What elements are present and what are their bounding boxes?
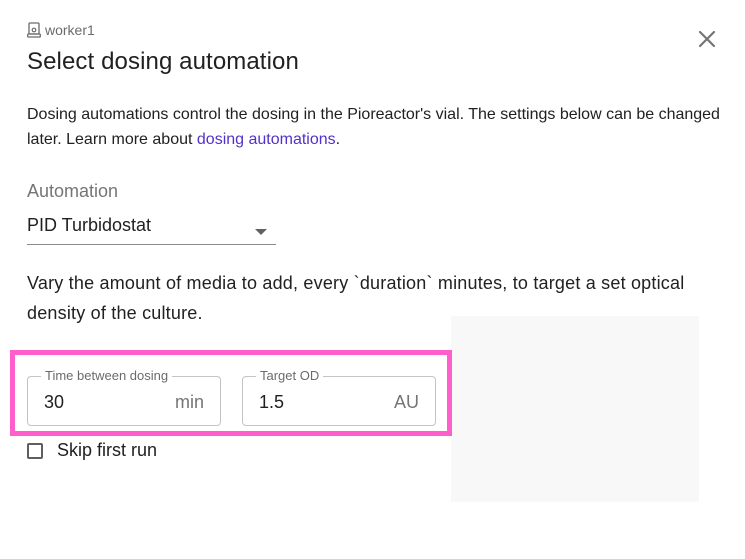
- blank-panel: [451, 316, 699, 502]
- skip-first-run-option[interactable]: Skip first run: [27, 440, 157, 461]
- od-unit: AU: [393, 392, 419, 412]
- time-unit: min: [174, 392, 204, 412]
- pioreactor-icon: [27, 22, 41, 38]
- dialog-description: Dosing automations control the dosing in…: [27, 102, 727, 152]
- dialog-title: Select dosing automation: [27, 48, 299, 75]
- automation-select[interactable]: PID Turbidostat: [27, 211, 276, 245]
- skip-first-run-label: Skip first run: [57, 440, 158, 460]
- unit-name: worker1: [45, 22, 95, 38]
- time-between-dosing-label: Time between dosing: [41, 368, 173, 383]
- skip-first-run-checkbox[interactable]: [27, 442, 43, 459]
- close-icon: [698, 30, 716, 53]
- automation-label: Automation: [27, 181, 119, 201]
- time-between-dosing-field[interactable]: Time between dosing 30 min: [27, 368, 221, 426]
- automation-selected-value: PID Turbidostat: [27, 215, 152, 235]
- caret-down-icon: [254, 223, 268, 241]
- dosing-automations-link[interactable]: dosing automations: [197, 131, 336, 148]
- select-automation-dialog: worker1 Select dosing automation Dosing …: [0, 0, 745, 559]
- description-suffix: .: [335, 131, 341, 148]
- description-text: Dosing automations control the dosing in…: [27, 106, 720, 148]
- close-button[interactable]: [692, 26, 722, 56]
- target-od-label: Target OD: [256, 368, 324, 383]
- target-od-value[interactable]: 1.5: [259, 392, 284, 413]
- time-between-dosing-value[interactable]: 30: [44, 392, 64, 413]
- unit-overline: worker1: [27, 22, 95, 38]
- target-od-field[interactable]: Target OD 1.5 AU: [242, 368, 436, 426]
